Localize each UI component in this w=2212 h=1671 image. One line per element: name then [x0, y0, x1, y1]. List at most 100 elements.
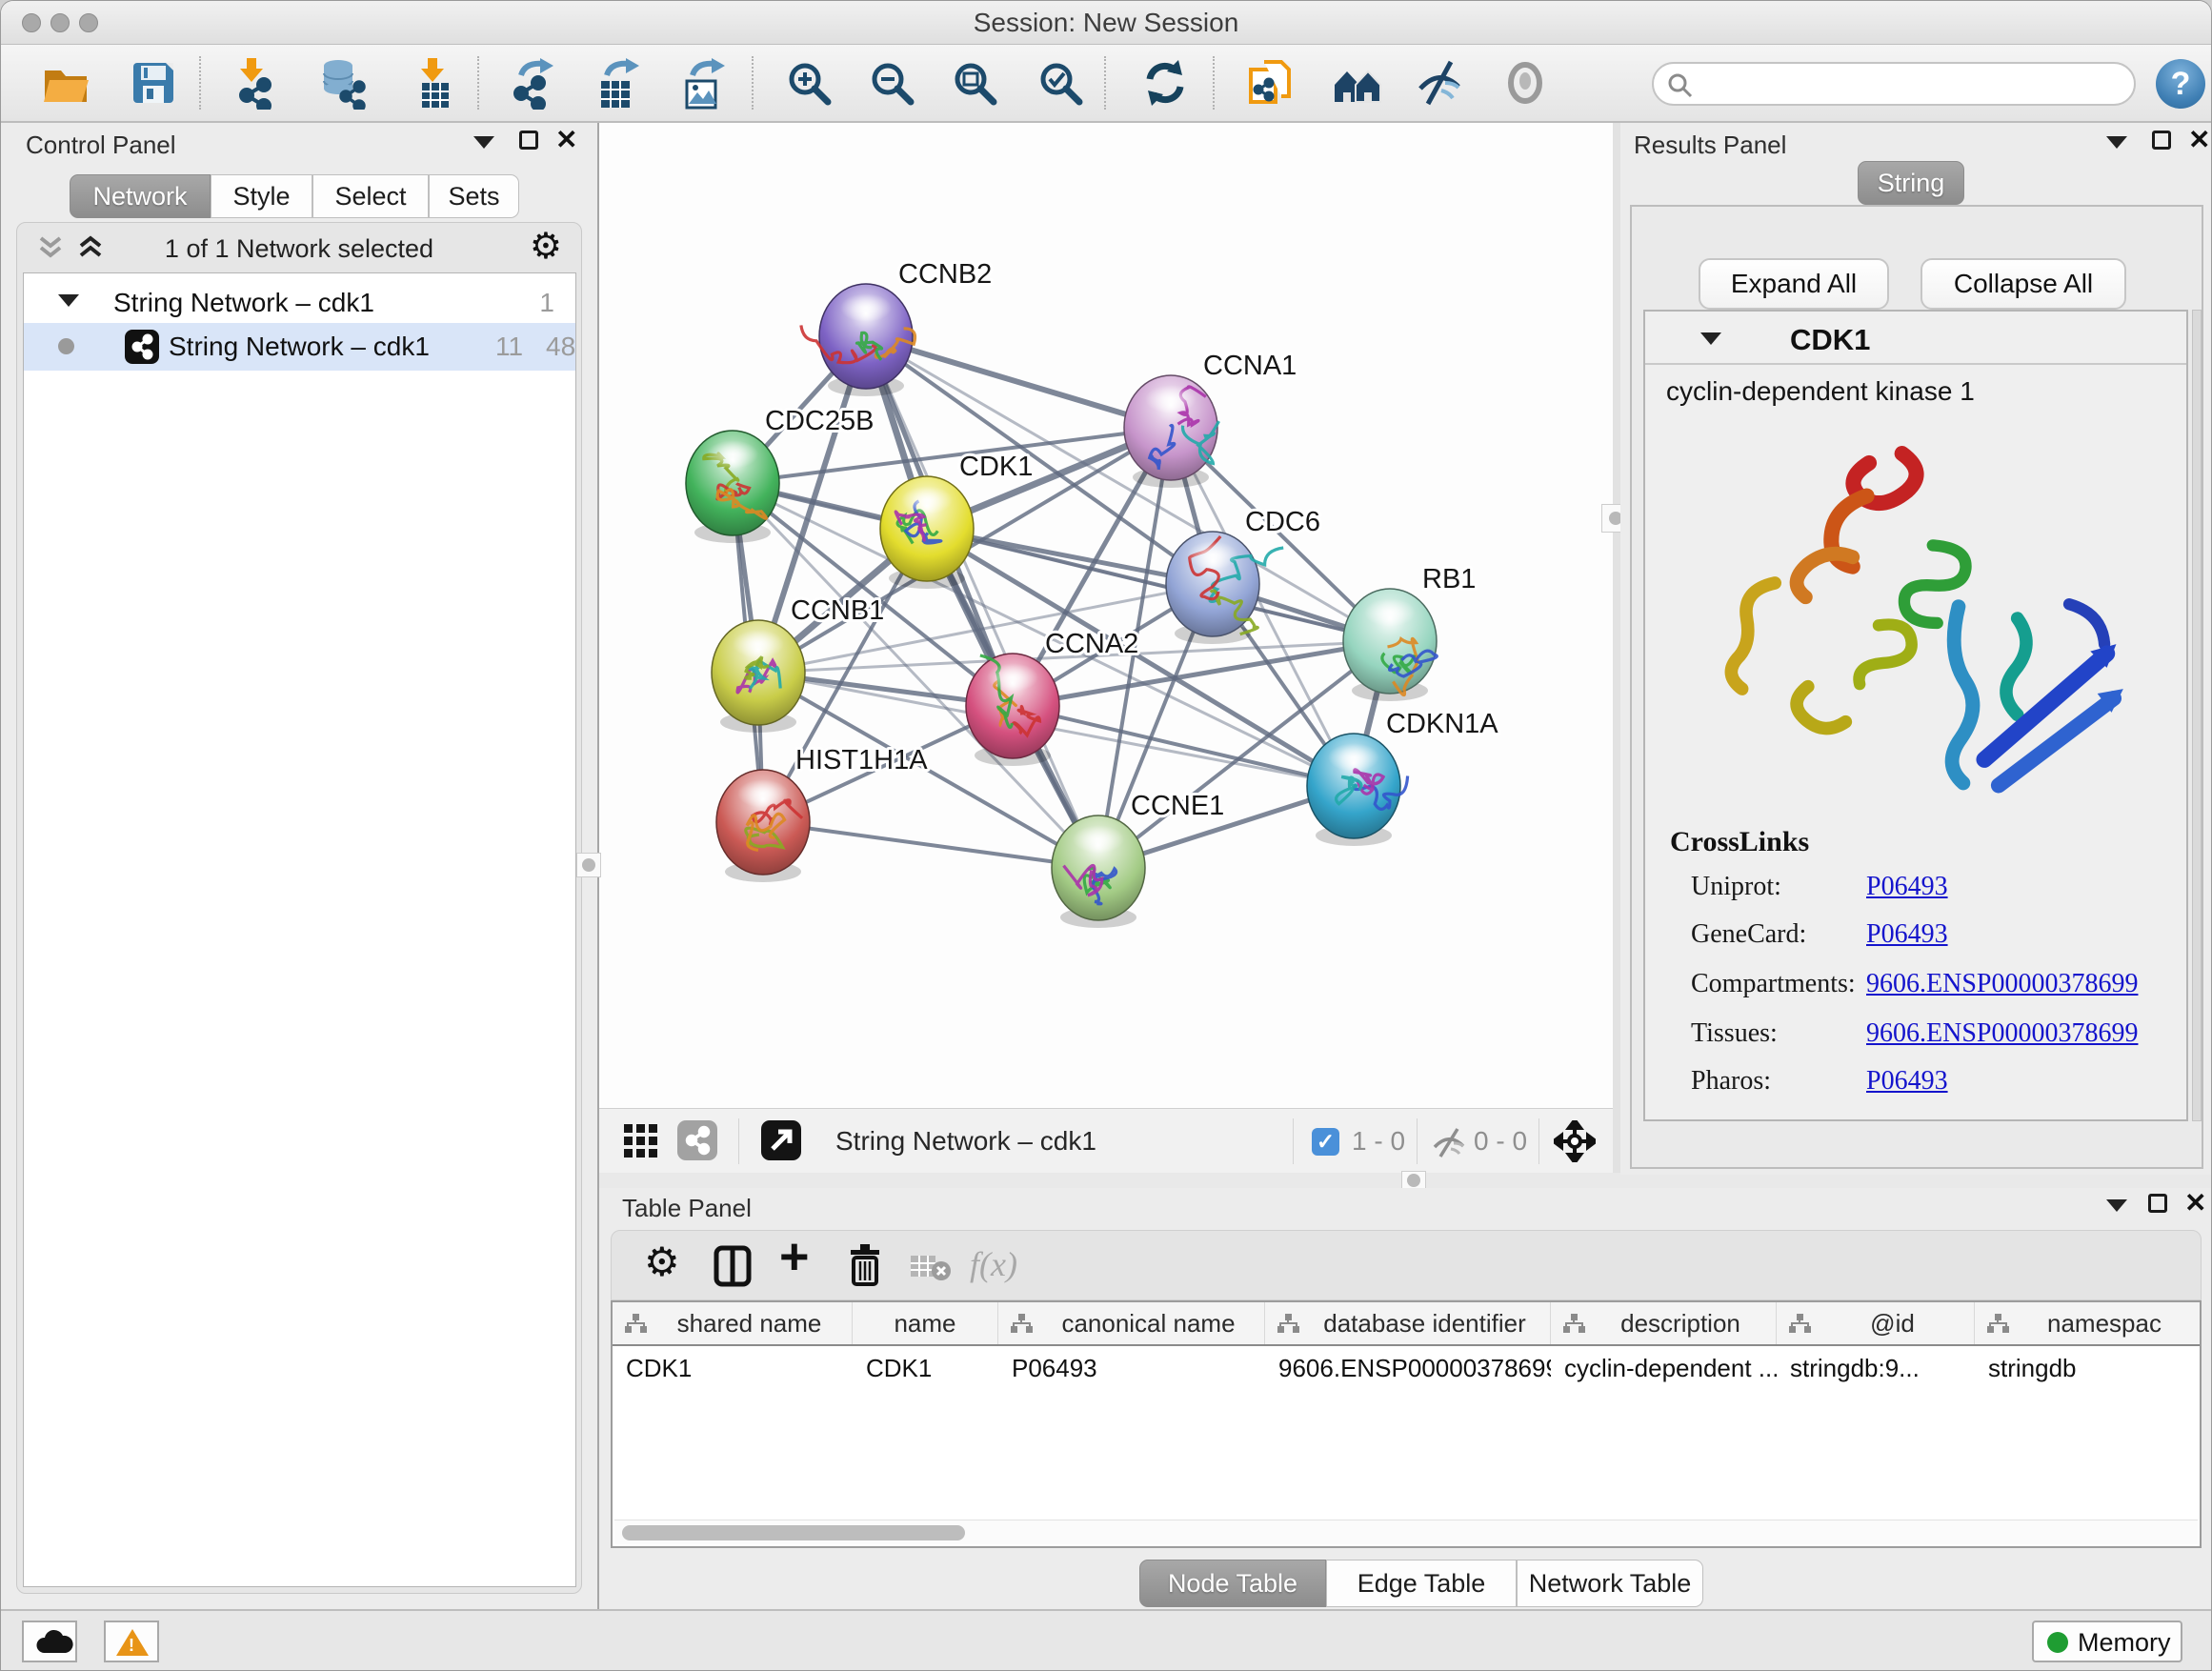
help-icon[interactable]: ? [2156, 59, 2205, 109]
table-row[interactable]: CDK1 CDK1 P06493 9606.ENSP00000378699 cy… [613, 1346, 2200, 1388]
zoom-in-icon[interactable] [782, 56, 837, 111]
column-header[interactable]: description [1551, 1302, 1777, 1344]
crosslink-compartments-link[interactable]: 9606.ENSP00000378699 [1866, 969, 2138, 999]
panel-float-icon[interactable] [2106, 1199, 2127, 1212]
zoom-selected-icon[interactable] [1034, 56, 1089, 111]
node-table[interactable]: shared name name canonical name database… [611, 1300, 2202, 1548]
column-type-icon [624, 1313, 647, 1334]
cloud-button[interactable] [22, 1621, 77, 1662]
open-in-window-icon[interactable] [761, 1120, 801, 1160]
svg-text:CCNA1: CCNA1 [1203, 351, 1297, 381]
panel-maximize-icon[interactable] [2148, 1194, 2167, 1213]
results-scrollbar[interactable] [2192, 310, 2202, 1121]
table-horizontal-scrollbar[interactable] [614, 1520, 2198, 1544]
tab-sets[interactable]: Sets [429, 174, 519, 218]
table-toolbar: ⚙ + f(x) [611, 1230, 2202, 1300]
hidden-eye-icon[interactable] [1430, 1126, 1468, 1158]
zoom-fit-icon[interactable] [948, 56, 1003, 111]
network-birds-eye-icon[interactable] [677, 1120, 717, 1160]
crosslink-uniprot-link[interactable]: P06493 [1866, 872, 1948, 902]
gene-name: CDK1 [1790, 323, 1870, 357]
window-title: Session: New Session [1, 1, 2211, 45]
expand-all-button[interactable]: Expand All [1699, 258, 1889, 310]
table-options-gear-icon[interactable]: ⚙ [644, 1238, 680, 1285]
left-splitter-handle[interactable] [576, 853, 601, 877]
tab-select[interactable]: Select [312, 174, 429, 218]
panel-close-icon[interactable]: ✕ [2184, 1194, 2206, 1213]
toolbar-separator [738, 1118, 739, 1164]
svg-text:CCNE1: CCNE1 [1131, 791, 1224, 821]
panel-float-icon[interactable] [473, 136, 494, 149]
save-session-icon[interactable] [127, 56, 182, 111]
network-view-canvas[interactable]: CCNB2CCNA1CDC25BCDK1CDC6RB1CCNB1CCNA2CDK… [599, 123, 1613, 1108]
column-header[interactable]: name [853, 1302, 998, 1344]
delete-table-icon[interactable] [909, 1252, 953, 1282]
network-edge-count: 48 [546, 332, 575, 362]
horizontal-splitter-handle[interactable] [1401, 1171, 1426, 1190]
network-graph[interactable]: CCNB2CCNA1CDC25BCDK1CDC6RB1CCNB1CCNA2CDK… [599, 123, 1613, 1108]
crosslink-tissues-link[interactable]: 9606.ENSP00000378699 [1866, 1018, 2138, 1049]
result-card-header[interactable]: CDK1 [1645, 312, 2186, 365]
export-image-icon[interactable] [675, 56, 731, 111]
crosslink-label: Pharos: [1691, 1066, 1771, 1097]
add-column-icon[interactable]: + [779, 1227, 810, 1286]
memory-button[interactable]: Memory [2032, 1621, 2182, 1662]
table-tabs: Node TableEdge TableNetwork Table [1139, 1560, 1703, 1607]
selected-checkbox-icon[interactable]: ✓ [1312, 1128, 1339, 1156]
refresh-view-icon[interactable] [1138, 56, 1194, 111]
card-expander-icon[interactable] [1700, 332, 1721, 345]
panel-close-icon[interactable]: ✕ [555, 131, 577, 150]
import-table-from-file-icon[interactable] [407, 56, 462, 111]
zoom-out-icon[interactable] [865, 56, 920, 111]
tab-network[interactable]: Network [70, 174, 211, 218]
export-network-icon[interactable] [504, 56, 559, 111]
tab-node-table[interactable]: Node Table [1139, 1560, 1326, 1607]
tab-string[interactable]: String [1858, 161, 1964, 205]
network-row-selected[interactable]: String Network – cdk1 11 48 [24, 323, 575, 371]
column-header[interactable]: canonical name [998, 1302, 1265, 1344]
network-overview-icon[interactable] [1331, 56, 1386, 111]
duplicate-network-icon[interactable] [1243, 56, 1298, 111]
app-window: Session: New Session [0, 0, 2212, 1671]
pan-move-icon[interactable] [1554, 1120, 1596, 1162]
collection-expander-icon[interactable] [58, 294, 79, 307]
show-graphics-details-icon[interactable] [1498, 56, 1554, 111]
column-type-icon [1010, 1313, 1033, 1334]
panel-maximize-icon[interactable] [2152, 131, 2171, 150]
crosslink-pharos-link[interactable]: P06493 [1866, 1066, 1948, 1097]
search-input[interactable] [1703, 68, 2122, 100]
network-type-icon [125, 330, 159, 364]
delete-column-trash-icon[interactable] [842, 1242, 886, 1288]
import-network-from-file-icon[interactable] [226, 56, 281, 111]
tab-style[interactable]: Style [211, 174, 312, 218]
function-builder-icon[interactable]: f(x) [970, 1244, 1017, 1284]
show-columns-icon[interactable] [711, 1244, 754, 1288]
column-header[interactable]: @id [1777, 1302, 1975, 1344]
grid-view-icon[interactable] [622, 1122, 662, 1160]
network-collection-row[interactable]: String Network – cdk1 1 [24, 283, 575, 323]
column-type-icon [1562, 1313, 1585, 1334]
panel-float-icon[interactable] [2106, 136, 2127, 149]
vertical-splitter[interactable] [1613, 123, 1620, 1175]
table-panel-title: Table Panel [622, 1194, 752, 1223]
hide-graphics-icon[interactable] [1413, 56, 1468, 111]
column-header[interactable]: shared name [613, 1302, 853, 1344]
warning-button[interactable]: ! [104, 1621, 159, 1662]
crosslink-label: Uniprot: [1691, 872, 1781, 902]
panel-close-icon[interactable]: ✕ [2188, 131, 2210, 150]
open-session-icon[interactable] [39, 56, 94, 111]
collapse-all-button[interactable]: Collapse All [1920, 258, 2126, 310]
table-panel: Table Panel ✕ ⚙ + f(x) shared name name … [599, 1188, 2212, 1609]
panel-maximize-icon[interactable] [519, 131, 538, 150]
import-network-from-database-icon[interactable] [315, 56, 371, 111]
column-header[interactable]: database identifier [1265, 1302, 1551, 1344]
tab-network-table[interactable]: Network Table [1517, 1560, 1703, 1607]
table-header-row: shared name name canonical name database… [613, 1302, 2200, 1346]
crosslink-genecard-link[interactable]: P06493 [1866, 919, 1948, 950]
tab-edge-table[interactable]: Edge Table [1326, 1560, 1517, 1607]
export-table-icon[interactable] [590, 56, 645, 111]
column-type-icon [1788, 1313, 1811, 1334]
network-view-toolbar: String Network – cdk1 ✓ 1 - 0 0 - 0 [599, 1108, 1613, 1173]
network-options-gear-icon[interactable]: ⚙ [530, 225, 562, 267]
column-header[interactable]: namespac [1975, 1302, 2200, 1344]
